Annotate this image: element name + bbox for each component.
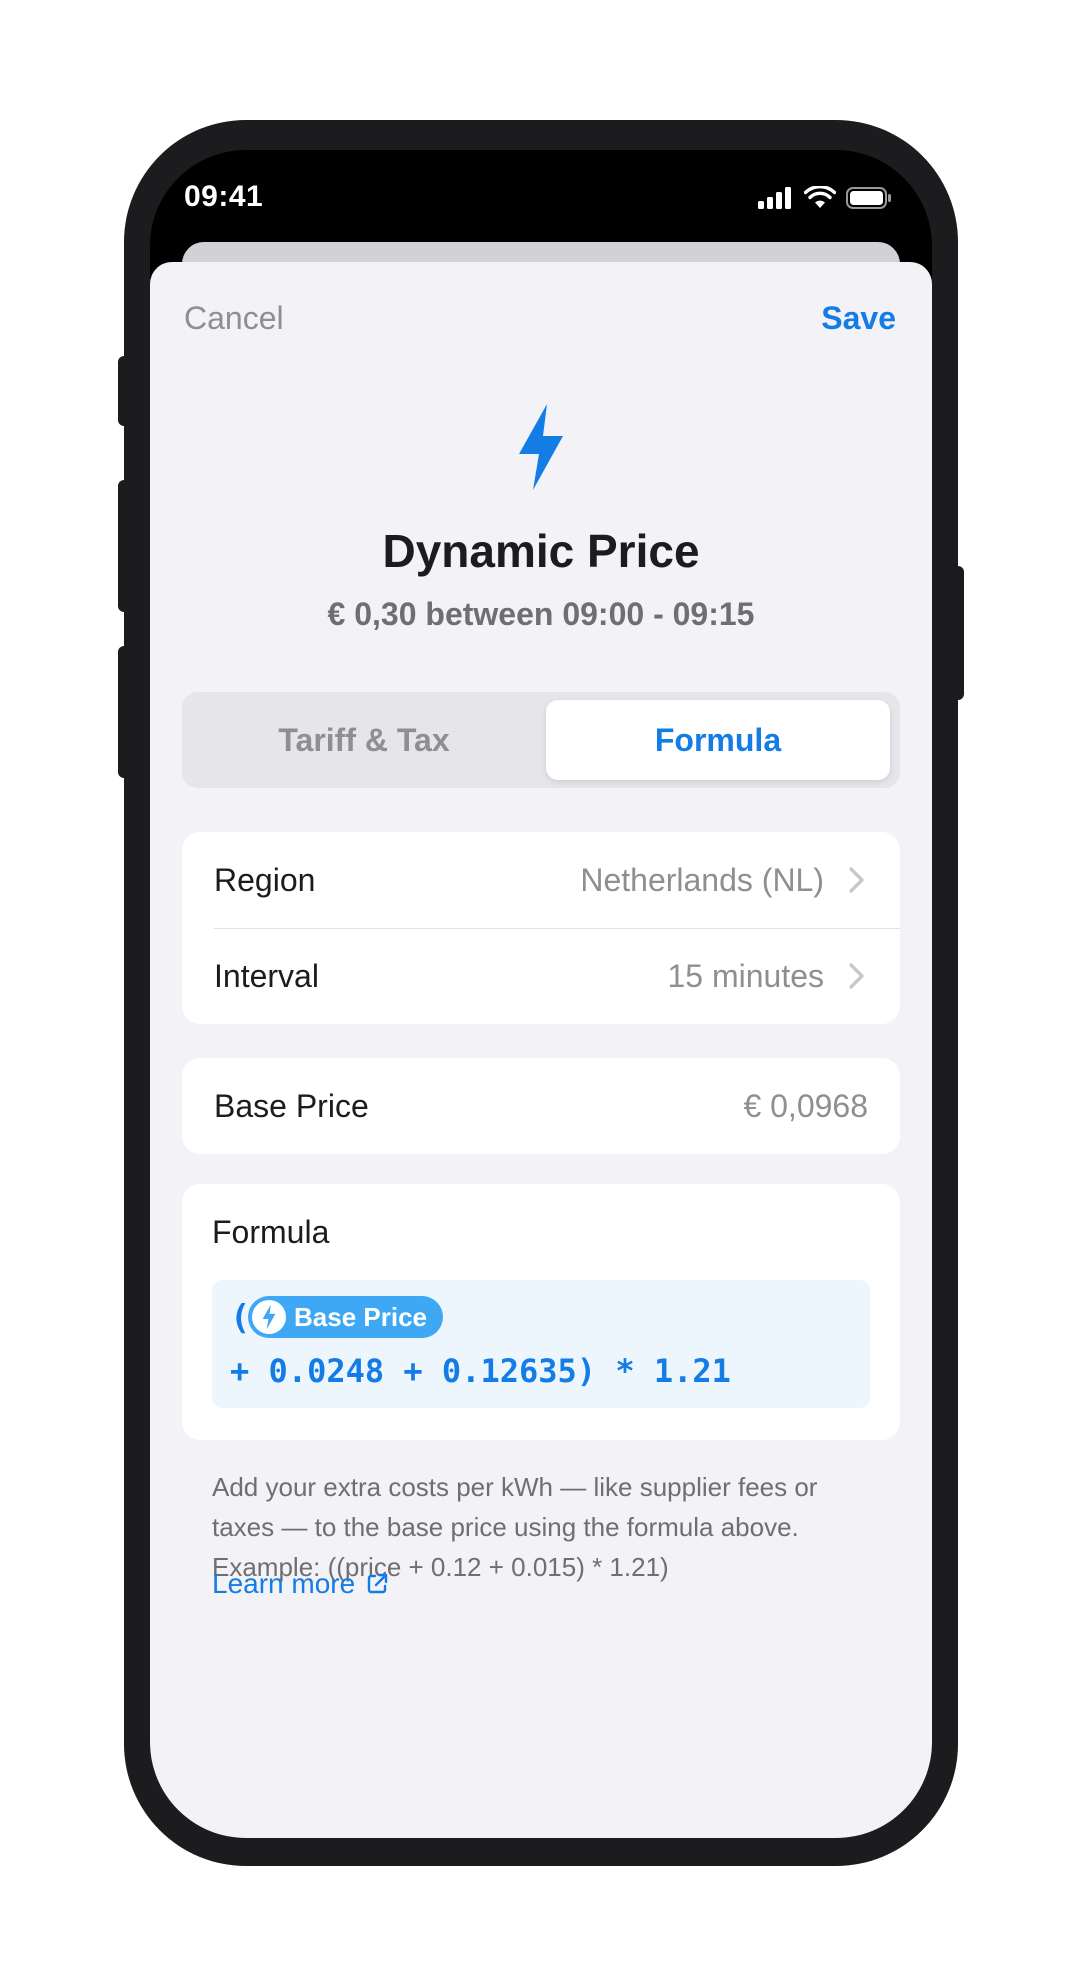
base-price-card: Base Price € 0,0968 [182, 1058, 900, 1154]
bolt-icon [252, 1300, 286, 1334]
chevron-right-icon [849, 867, 864, 893]
learn-more-label: Learn more [212, 1568, 356, 1599]
base-price-value: € 0,0968 [743, 1087, 868, 1124]
bolt-icon [519, 404, 563, 490]
formula-expression: + 0.0248 + 0.12635) * 1.21 [230, 1352, 731, 1390]
formula-editor[interactable]: ( Base Price + 0.0248 + 0.12635) * 1.21 [212, 1280, 870, 1408]
base-price-row[interactable]: Base Price € 0,0968 [182, 1058, 900, 1154]
interval-row[interactable]: Interval 15 minutes [182, 928, 900, 1024]
base-price-token[interactable]: Base Price [248, 1296, 443, 1338]
wifi-icon [804, 186, 836, 208]
token-label: Base Price [294, 1301, 427, 1332]
region-row[interactable]: Region Netherlands (NL) [182, 832, 900, 928]
page-title: Dynamic Price [382, 525, 700, 577]
page-subtitle: € 0,30 between 09:00 - 09:15 [327, 596, 755, 632]
status-time: 09:41 [184, 180, 264, 213]
base-price-label: Base Price [214, 1087, 369, 1124]
phone-screen: 09:41 Cancel Save Dynamic Price € 0,30 b… [150, 150, 932, 1838]
status-icons [758, 186, 892, 210]
region-value: Netherlands (NL) [580, 861, 824, 898]
cancel-button[interactable]: Cancel [184, 300, 284, 337]
battery-icon [846, 187, 891, 209]
edit-price-sheet: Cancel Save Dynamic Price € 0,30 between… [150, 262, 932, 1838]
settings-card: Region Netherlands (NL) Interval 15 minu… [182, 832, 900, 1024]
formula-card: Formula ( Base Price + 0.0248 + 0.12635)… [182, 1184, 900, 1440]
external-link-icon [367, 1573, 388, 1594]
segmented-control: Tariff & Tax Formula [182, 692, 900, 788]
interval-value: 15 minutes [667, 957, 824, 994]
formula-title: Formula [212, 1214, 330, 1250]
region-label: Region [214, 861, 316, 898]
interval-label: Interval [214, 957, 319, 994]
tab-formula[interactable]: Formula [546, 700, 890, 780]
chevron-right-icon [849, 963, 864, 989]
tab-tariff-tax[interactable]: Tariff & Tax [192, 700, 536, 780]
save-button[interactable]: Save [821, 300, 896, 337]
learn-more-link[interactable]: Learn more [212, 1568, 389, 1600]
signal-icon [758, 187, 791, 209]
